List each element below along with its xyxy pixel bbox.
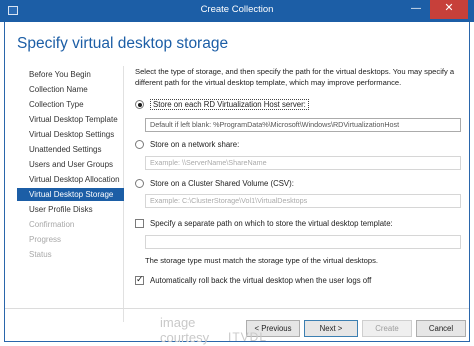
storage-type-note: The storage type must match the storage … xyxy=(145,256,378,265)
network-share-label[interactable]: Store on a network share: xyxy=(150,140,239,149)
separate-template-path-checkbox[interactable] xyxy=(135,219,144,228)
watermark-line-2: courtesy xyxy=(160,330,210,345)
nav-item-virtual-desktop-allocation[interactable]: Virtual Desktop Allocation xyxy=(17,173,124,186)
close-icon: ✕ xyxy=(444,2,454,14)
nav-item-users-and-groups[interactable]: Users and User Groups xyxy=(17,158,124,171)
nav-item-virtual-desktop-settings[interactable]: Virtual Desktop Settings xyxy=(17,128,124,141)
nav-item-status: Status xyxy=(29,250,52,259)
watermark: image courtesy ITVDL xyxy=(160,315,266,345)
nav-item-confirmation: Confirmation xyxy=(29,220,75,229)
create-button[interactable]: Create xyxy=(362,320,412,337)
local-storage-radio[interactable] xyxy=(135,100,144,109)
watermark-line-1: image xyxy=(160,315,196,330)
separate-template-path-label[interactable]: Specify a separate path on which to stor… xyxy=(150,219,393,228)
network-share-radio[interactable] xyxy=(135,140,144,149)
window-title: Create Collection xyxy=(200,4,274,15)
next-button[interactable]: Next > xyxy=(304,320,358,337)
network-share-path-input[interactable]: Example: \\ServerName\ShareName xyxy=(145,156,461,170)
csv-path-input[interactable]: Example: C:\ClusterStorage\Vol1\VirtualD… xyxy=(145,194,461,208)
previous-button[interactable]: < Previous xyxy=(246,320,300,337)
nav-item-virtual-desktop-template[interactable]: Virtual Desktop Template xyxy=(17,113,124,126)
nav-item-progress: Progress xyxy=(29,235,62,244)
wizard-frame: Specify virtual desktop storage Before Y… xyxy=(4,22,470,345)
page-title: Specify virtual desktop storage xyxy=(17,35,229,52)
csv-storage-label[interactable]: Store on a Cluster Shared Volume (CSV): xyxy=(150,179,294,188)
minimize-button[interactable]: — xyxy=(405,0,427,19)
local-storage-path-input[interactable]: Default if left blank: %ProgramData%\Mic… xyxy=(145,118,461,132)
local-storage-label[interactable]: Store on each RD Virtualization Host ser… xyxy=(150,99,309,110)
csv-storage-radio[interactable] xyxy=(135,179,144,188)
nav-item-user-profile-disks[interactable]: User Profile Disks xyxy=(17,203,124,216)
title-bar: Create Collection — ✕ xyxy=(0,0,474,22)
footer-divider xyxy=(5,308,469,309)
rollback-label[interactable]: Automatically roll back the virtual desk… xyxy=(150,276,371,285)
close-button[interactable]: ✕ xyxy=(430,0,468,19)
description-text: Select the type of storage, and then spe… xyxy=(135,67,455,87)
nav-item-collection-name[interactable]: Collection Name xyxy=(17,83,124,96)
template-path-input[interactable] xyxy=(145,235,461,249)
nav-item-unattended-settings[interactable]: Unattended Settings xyxy=(17,143,124,156)
rollback-checkbox[interactable] xyxy=(135,275,144,285)
cancel-button[interactable]: Cancel xyxy=(416,320,466,337)
wizard-nav: Before You Begin Collection Name Collect… xyxy=(17,66,124,322)
nav-item-virtual-desktop-storage[interactable]: Virtual Desktop Storage xyxy=(17,188,124,201)
nav-item-before-you-begin[interactable]: Before You Begin xyxy=(17,68,124,81)
nav-item-collection-type[interactable]: Collection Type xyxy=(17,98,124,111)
